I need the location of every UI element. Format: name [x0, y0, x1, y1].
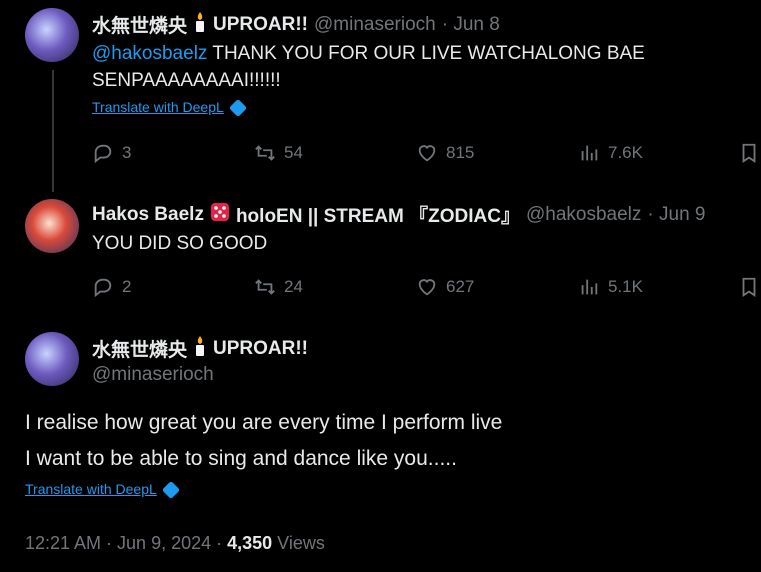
reply-icon: [94, 144, 112, 164]
tweet2-date[interactable]: · Jun 9: [647, 204, 705, 226]
main-name-suffix[interactable]: UPROAR!!: [213, 338, 308, 360]
avatar-hakosbaelz[interactable]: [25, 199, 79, 253]
translate-link[interactable]: Translate with DeepL: [25, 481, 157, 497]
like-count: 815: [446, 143, 475, 162]
avatar-minaserioch[interactable]: [25, 332, 79, 386]
bookmark-button[interactable]: [738, 276, 761, 298]
tweet2-text: YOU DID SO GOOD: [92, 233, 268, 254]
bookmark-icon: [742, 277, 756, 297]
candle-emoji: [193, 12, 207, 37]
main-translate[interactable]: Translate with DeepL: [25, 480, 180, 499]
main-text-line1: I realise how great you are every time I…: [25, 411, 503, 434]
views-button[interactable]: 5.1K: [578, 276, 643, 298]
translate-link[interactable]: Translate with DeepL: [92, 99, 224, 115]
main-header: 水無世燐央 UPROAR!!: [92, 335, 308, 362]
reply-button[interactable]: 2: [92, 276, 131, 298]
tweet1-header: 水無世燐央 UPROAR!! @minaserioch · Jun 8: [92, 11, 500, 38]
bookmark-icon: [742, 143, 756, 163]
reply-icon: [94, 278, 112, 298]
reply-count: 2: [122, 277, 132, 296]
tweet2-actions: 2 24 627 5.1K: [92, 274, 761, 302]
retweet-icon: [255, 145, 275, 161]
views-count: 7.6K: [608, 143, 643, 162]
tweet2-handle[interactable]: @hakosbaelz: [526, 204, 641, 226]
tweet2-name-suffix[interactable]: holoEN || STREAM 『ZODIAC』: [236, 201, 520, 228]
tweet1-text: @hakosbaelz THANK YOU FOR OUR LIVE WATCH…: [92, 40, 732, 94]
views-button[interactable]: 7.6K: [578, 142, 643, 164]
thread-line: [52, 70, 54, 192]
deepl-icon: [228, 98, 247, 117]
reply-button[interactable]: 3: [92, 142, 131, 164]
like-button[interactable]: 627: [416, 276, 474, 298]
tweet1-actions: 3 54 815 7.6K: [92, 140, 761, 168]
tweet1-name-suffix[interactable]: UPROAR!!: [213, 14, 308, 36]
views-count: 5.1K: [608, 277, 643, 296]
deepl-icon: [161, 480, 180, 499]
avatar-minaserioch[interactable]: [25, 8, 79, 62]
tweet1-handle[interactable]: @minaserioch: [314, 14, 436, 36]
main-views-label: Views: [272, 533, 325, 553]
reply-count: 3: [122, 143, 132, 162]
tweet1-display-name[interactable]: 水無世燐央: [92, 11, 187, 38]
main-text-line2: I want to be able to sing and dance like…: [25, 447, 457, 470]
retweet-button[interactable]: 24: [254, 276, 303, 298]
tweet1-mention[interactable]: @hakosbaelz: [92, 43, 207, 64]
tweet1-date[interactable]: · Jun 8: [442, 14, 500, 36]
main-handle[interactable]: @minaserioch: [92, 364, 214, 386]
die-emoji: [210, 202, 230, 227]
like-icon: [418, 279, 436, 296]
views-icon: [581, 145, 598, 161]
main-meta: 12:21 AM · Jun 9, 2024 · 4,350 Views: [25, 533, 325, 554]
main-timestamp[interactable]: 12:21 AM · Jun 9, 2024 ·: [25, 533, 227, 553]
main-display-name[interactable]: 水無世燐央: [92, 335, 187, 362]
tweet2-header: Hakos Baelz holoEN || STREAM 『ZODIAC』 @h…: [92, 201, 705, 228]
retweet-icon: [255, 279, 275, 295]
candle-emoji: [193, 336, 207, 361]
tweet2-display-name[interactable]: Hakos Baelz: [92, 204, 204, 226]
retweet-count: 54: [284, 143, 303, 162]
like-icon: [418, 145, 436, 162]
views-icon: [581, 279, 598, 295]
like-count: 627: [446, 277, 475, 296]
main-views-count: 4,350: [227, 533, 273, 553]
tweet1-translate[interactable]: Translate with DeepL: [92, 98, 247, 117]
bookmark-button[interactable]: [738, 142, 761, 164]
retweet-button[interactable]: 54: [254, 142, 303, 164]
like-button[interactable]: 815: [416, 142, 474, 164]
retweet-count: 24: [284, 277, 303, 296]
